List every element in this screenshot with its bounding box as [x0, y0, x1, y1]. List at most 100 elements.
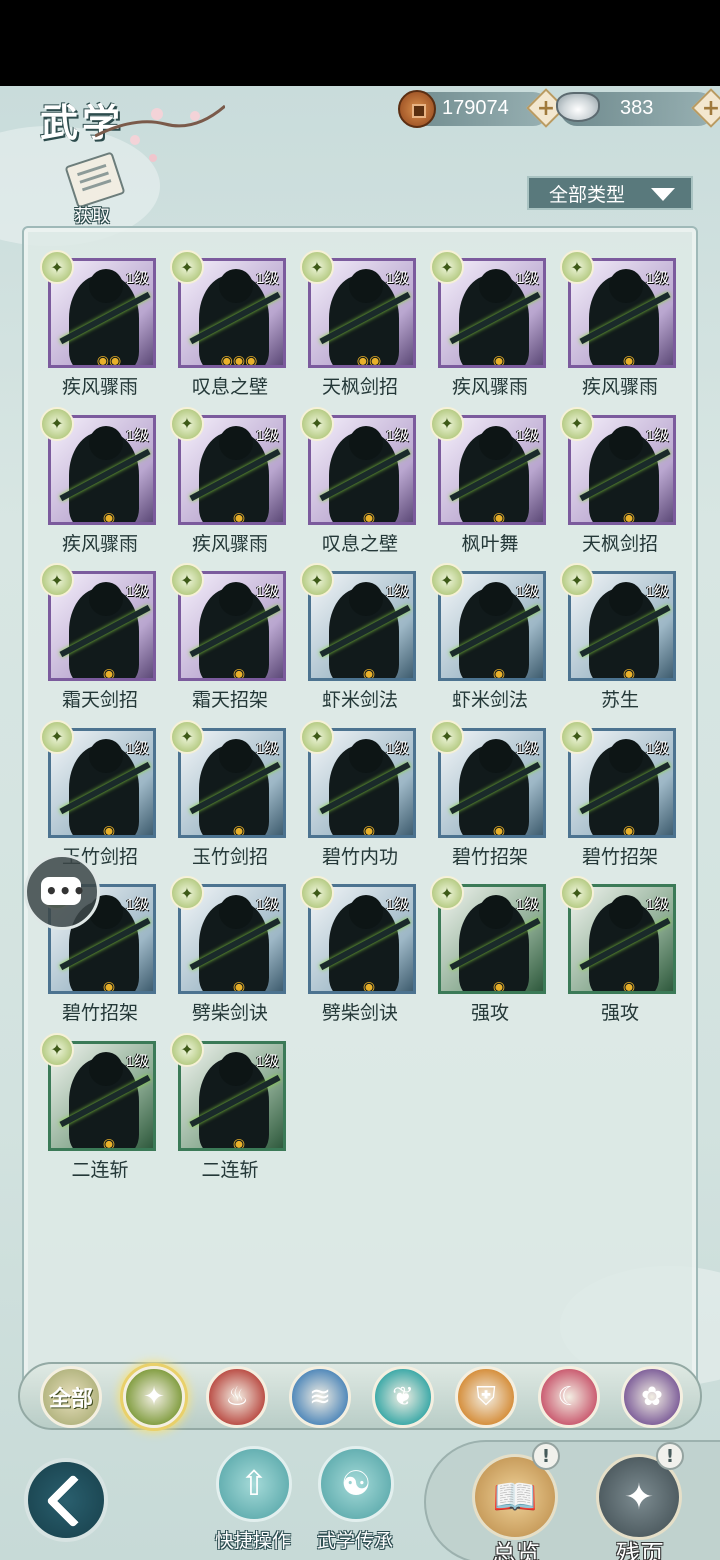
- skill-level: 1级: [255, 583, 279, 600]
- sect-filter-butterfly[interactable]: ❦: [372, 1366, 434, 1428]
- skill-level: 1级: [515, 426, 539, 444]
- inheritance-label: 武学传承: [316, 1530, 393, 1552]
- skill-card[interactable]: 1级 ◉ ✦ 虾米剑法: [430, 563, 546, 717]
- silver-amount: 383: [620, 97, 654, 119]
- skill-card[interactable]: 1级 ◉◉◉ ✦ 叹息之壁: [170, 250, 286, 404]
- sword-wing-icon: ✦: [560, 406, 594, 441]
- skill-level: 1级: [125, 583, 149, 600]
- gem-slots-icon: ◉: [622, 979, 636, 994]
- skill-card[interactable]: 1级 ◉ ✦ 天枫剑招: [560, 406, 676, 561]
- skill-card[interactable]: 1级 ◉ ✦ 疾风骤雨: [170, 406, 286, 561]
- chat-icon: •••: [45, 879, 87, 903]
- skill-name: 虾米剑法: [451, 689, 528, 711]
- gem-slots-icon: ◉: [362, 979, 376, 994]
- skill-name: 二连斩: [201, 1158, 259, 1181]
- sword-wing-icon: ✦: [40, 719, 74, 754]
- sword-wing-icon: ✦: [300, 563, 334, 597]
- skill-level: 1级: [125, 1052, 149, 1070]
- silver-currency: 383 +: [556, 88, 720, 128]
- back-button[interactable]: [24, 1458, 108, 1542]
- sect-filter-wave[interactable]: ≋: [289, 1366, 351, 1428]
- inheritance-button[interactable]: ☯ 武学传承: [310, 1446, 400, 1556]
- sword-wing-icon: ✦: [430, 719, 464, 754]
- skill-level: 1级: [515, 739, 539, 757]
- silver-ingot-icon: [556, 92, 600, 122]
- skill-name: 碧竹招架: [61, 1002, 138, 1024]
- gem-slots-icon: ◉◉: [356, 353, 382, 368]
- skill-name: 碧竹招架: [451, 845, 528, 868]
- skill-level: 1级: [125, 896, 149, 913]
- sword-wing-icon: ✦: [170, 876, 204, 910]
- skill-card[interactable]: 1级 ◉ ✦ 碧竹招架: [430, 719, 546, 874]
- skill-name: 天枫剑招: [321, 376, 398, 398]
- skill-card[interactable]: 1级 ◉◉ ✦ 天枫剑招: [300, 250, 416, 404]
- up-arrow-icon: ⇧: [216, 1446, 292, 1522]
- gem-slots-icon: ◉: [232, 979, 246, 994]
- sword-wing-icon: ✦: [300, 876, 334, 910]
- skill-name: 疾风骤雨: [581, 376, 658, 398]
- sect-filter-shield[interactable]: ⛨: [455, 1366, 517, 1428]
- skill-name: 玉竹剑招: [191, 845, 268, 868]
- quick-ops-label: 快捷操作: [214, 1530, 291, 1552]
- sword-wing-icon: ✦: [430, 250, 464, 284]
- skill-card[interactable]: 1级 ◉ ✦ 叹息之壁: [300, 406, 416, 561]
- sword-wing-icon: ✦: [560, 250, 594, 284]
- skill-card[interactable]: 1级 ◉ ✦ 玉竹剑招: [40, 719, 156, 874]
- sword-wing-icon: ✦: [560, 719, 594, 754]
- skill-card[interactable]: 1级 ◉ ✦ 二连斩: [170, 1032, 286, 1187]
- martial-arts-screen: 武学 179074 + 383 + 获取 全部类型 1级 ◉◉ ✦ 疾风骤雨 1级 ◉◉◉…: [0, 86, 720, 1560]
- fragments-button[interactable]: ✦ ! 残页: [590, 1442, 690, 1560]
- skill-card[interactable]: 1级 ◉ ✦ 劈柴剑诀: [170, 876, 286, 1030]
- sword-wing-icon: ✦: [40, 250, 74, 284]
- skill-level: 1级: [255, 1052, 279, 1070]
- skill-card[interactable]: 1级 ◉ ✦ 霜天剑招: [40, 563, 156, 717]
- skill-card[interactable]: 1级 ◉ ✦ 枫叶舞: [430, 406, 546, 561]
- skill-card[interactable]: 1级 ◉ ✦ 疾风骤雨: [430, 250, 546, 404]
- sect-filter-peony[interactable]: ✿: [621, 1366, 683, 1428]
- moon-icon: ☾: [557, 1382, 581, 1412]
- skill-card[interactable]: 1级 ◉ ✦ 强攻: [560, 876, 676, 1030]
- type-filter-dropdown[interactable]: 全部类型: [527, 176, 693, 210]
- skill-card[interactable]: 1级 ◉ ✦ 碧竹招架: [560, 719, 676, 874]
- skill-card[interactable]: 1级 ◉ ✦ 虾米剑法: [300, 563, 416, 717]
- sect-filter-flame[interactable]: ♨: [206, 1366, 268, 1428]
- obtain-button[interactable]: 获取: [60, 151, 130, 230]
- skill-name: 霜天招架: [191, 689, 268, 711]
- sect-filter-bar: 全部 ✦ ♨ ≋ ❦ ⛨ ☾ ✿: [18, 1362, 702, 1430]
- add-silver-button[interactable]: +: [691, 88, 720, 128]
- skill-card[interactable]: 1级 ◉◉ ✦ 疾风骤雨: [40, 250, 156, 404]
- obtain-label: 获取: [74, 206, 110, 227]
- sect-filter-moon[interactable]: ☾: [538, 1366, 600, 1428]
- skill-card[interactable]: 1级 ◉ ✦ 碧竹内功: [300, 719, 416, 874]
- skill-level: 1级: [645, 270, 669, 287]
- quick-ops-button[interactable]: ⇧ 快捷操作: [208, 1446, 298, 1556]
- skill-level: 1级: [385, 896, 409, 913]
- skill-level: 1级: [255, 739, 279, 757]
- sword-wing-icon: ✦: [300, 250, 334, 284]
- skill-card[interactable]: 1级 ◉ ✦ 二连斩: [40, 1032, 156, 1187]
- skill-level: 1级: [125, 739, 149, 757]
- plum-branch-icon: [95, 104, 225, 162]
- skill-card[interactable]: 1级 ◉ ✦ 疾风骤雨: [560, 250, 676, 404]
- skill-name: 叹息之壁: [191, 376, 268, 398]
- skill-card[interactable]: 1级 ◉ ✦ 强攻: [430, 876, 546, 1030]
- skill-card[interactable]: 1级 ◉ ✦ 劈柴剑诀: [300, 876, 416, 1030]
- sword-wing-icon: ✦: [300, 406, 334, 441]
- overview-button[interactable]: 📖 ! 总览: [466, 1442, 566, 1560]
- skill-name: 碧竹招架: [581, 845, 658, 868]
- skill-level: 1级: [515, 896, 539, 913]
- sword-wing-icon: ✦: [170, 406, 204, 441]
- skill-card[interactable]: 1级 ◉ ✦ 疾风骤雨: [40, 406, 156, 561]
- gem-slots-icon: ◉◉◉: [220, 353, 258, 368]
- sect-filter-sword-wing[interactable]: ✦: [123, 1366, 185, 1428]
- skill-name: 劈柴剑诀: [321, 1002, 398, 1024]
- sword-wing-icon: ✦: [170, 1032, 204, 1067]
- chat-button[interactable]: •••: [24, 854, 100, 930]
- skill-card[interactable]: 1级 ◉ ✦ 苏生: [560, 563, 676, 717]
- gem-slots-icon: ◉◉: [96, 353, 122, 368]
- skill-level: 1级: [645, 583, 669, 600]
- gem-slots-icon: ◉: [492, 822, 506, 838]
- sect-filter-all[interactable]: 全部: [40, 1366, 102, 1428]
- skill-card[interactable]: 1级 ◉ ✦ 玉竹剑招: [170, 719, 286, 874]
- skill-card[interactable]: 1级 ◉ ✦ 霜天招架: [170, 563, 286, 717]
